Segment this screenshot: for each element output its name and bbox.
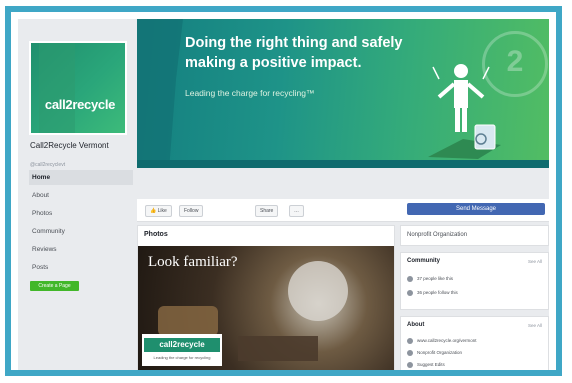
photo-logo-sub: Leading the charge for recycling [153, 355, 211, 360]
about-website-row[interactable]: www.call2recycle.org/vermont [407, 337, 477, 345]
photos-card: Photos Look familiar? call2recycle Leadi… [137, 225, 395, 370]
photo-logo-text: call2recycle [144, 338, 220, 352]
photos-title[interactable]: Photos [144, 231, 168, 238]
nav-item-about[interactable]: About [29, 188, 133, 203]
person-with-batteries-icon [428, 64, 501, 159]
cover-headline-line-1: Doing the right thing and safely [185, 35, 403, 51]
suggest-edits-link: Suggest Edits [417, 362, 445, 367]
like-label: Like [157, 208, 167, 214]
photo-object [288, 261, 348, 321]
cover-tagline: Leading the charge for recycling™ [185, 88, 315, 98]
page-handle: @call2recyclevt [30, 162, 66, 168]
page-category[interactable]: Nonprofit Organization [407, 232, 467, 238]
follow-icon [407, 289, 413, 296]
nav-item-photos[interactable]: Photos [29, 206, 133, 221]
nav-item-posts[interactable]: Posts [29, 260, 133, 275]
create-page-button[interactable]: Create a Page [30, 281, 79, 291]
community-title: Community [407, 258, 440, 264]
page-action-bar: 👍 Like Follow Share … Send Message [137, 199, 549, 222]
about-title: About [407, 322, 425, 328]
cover-bottom-strip [137, 160, 549, 168]
facebook-page: call2recycle Call2Recycle Vermont @call2… [18, 19, 549, 370]
send-message-button[interactable]: Send Message [407, 203, 545, 215]
image-border: call2recycle Call2Recycle Vermont @call2… [5, 6, 562, 376]
thumbs-up-icon: 👍 [150, 208, 157, 214]
about-edits-row[interactable]: Suggest Edits [407, 361, 445, 369]
community-see-all-link[interactable]: See All [528, 259, 542, 264]
category-card: Nonprofit Organization [400, 225, 549, 246]
photo-object [158, 306, 218, 336]
about-see-all-link[interactable]: See All [528, 323, 542, 328]
website-link: www.call2recycle.org/vermont [417, 338, 477, 343]
community-follows-row: 36 people follow this [407, 289, 458, 297]
photo-thumbnail[interactable]: Look familiar? call2recycle Leading the … [138, 246, 394, 370]
profile-logo: call2recycle [44, 97, 116, 112]
photo-caption: Look familiar? [148, 254, 238, 270]
left-column: call2recycle Call2Recycle Vermont @call2… [27, 19, 134, 370]
like-icon [407, 275, 413, 282]
like-button[interactable]: 👍 Like [145, 205, 172, 217]
vermont-map-shape [137, 19, 183, 168]
photo-logo: call2recycle Leading the charge for recy… [142, 334, 222, 366]
about-category: Nonprofit Organization [417, 350, 463, 355]
profile-map-shape [39, 43, 75, 133]
photo-object [238, 336, 318, 361]
likes-count: 37 people like this [417, 276, 454, 281]
about-card: About See All www.call2recycle.org/vermo… [400, 316, 549, 370]
nav-item-community[interactable]: Community [29, 224, 133, 239]
tag-icon [407, 349, 413, 356]
nav-item-reviews[interactable]: Reviews [29, 242, 133, 257]
community-likes-row: 37 people like this [407, 275, 453, 283]
cover-photo[interactable]: Doing the right thing and safely making … [137, 19, 549, 168]
globe-icon [407, 337, 413, 344]
nav-item-home[interactable]: Home [29, 170, 133, 185]
community-card: Community See All 37 people like this 36… [400, 252, 549, 310]
follow-button[interactable]: Follow [179, 205, 204, 217]
about-category-row: Nonprofit Organization [407, 349, 462, 357]
share-button[interactable]: Share [255, 205, 279, 217]
pencil-icon [407, 361, 413, 368]
follows-count: 36 people follow this [417, 290, 458, 295]
page-name[interactable]: Call2Recycle Vermont [30, 141, 130, 150]
profile-picture[interactable]: call2recycle [29, 41, 127, 135]
more-button[interactable]: … [289, 205, 304, 217]
page-nav: Home About Photos Community Reviews Post… [29, 170, 133, 278]
